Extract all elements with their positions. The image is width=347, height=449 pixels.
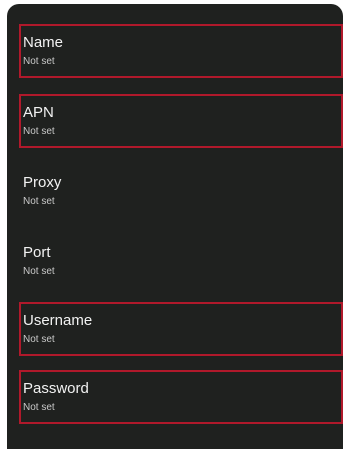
setting-value: Not set [23,334,55,345]
setting-value: Not set [23,266,55,277]
setting-value: Not set [23,126,55,137]
setting-item-port[interactable]: Port Not set [19,234,343,288]
setting-title: Username [23,312,93,329]
setting-title: Name [23,34,64,51]
setting-item-username[interactable]: Username Not set [19,302,343,356]
setting-title: Proxy [23,174,62,191]
setting-title: APN [23,104,54,121]
setting-value: Not set [23,56,55,67]
setting-value: Not set [23,196,55,207]
apn-settings-panel: Name Not set APN Not set Proxy Not set P… [7,4,343,449]
setting-item-name[interactable]: Name Not set [19,24,343,78]
setting-item-password[interactable]: Password Not set [19,370,343,424]
setting-item-proxy[interactable]: Proxy Not set [19,164,343,218]
setting-value: Not set [23,402,55,413]
setting-title: Password [23,380,89,397]
setting-title: Port [23,244,51,261]
setting-item-apn[interactable]: APN Not set [19,94,343,148]
